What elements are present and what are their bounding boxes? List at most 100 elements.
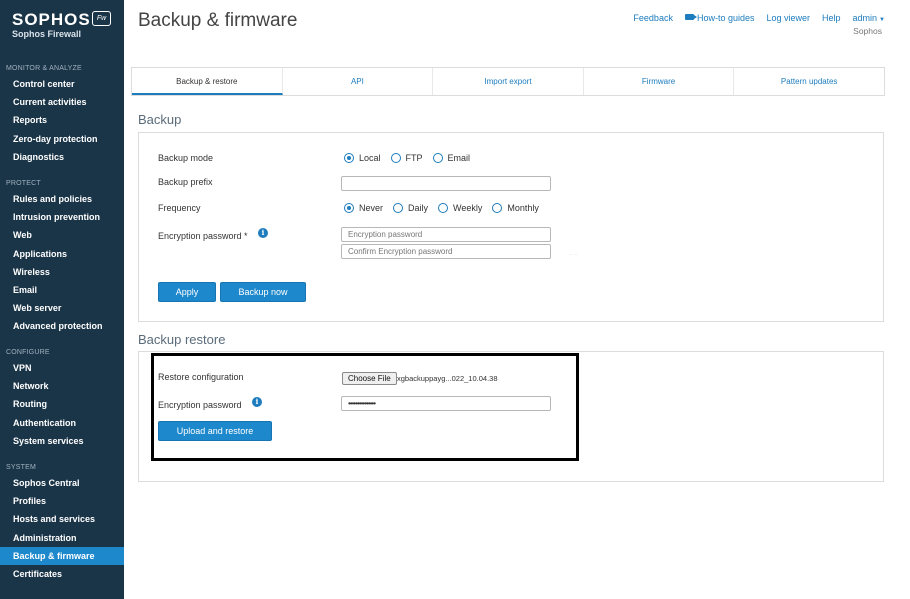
backup-mode-ftp-label: FTP [405, 153, 423, 163]
restore-section-title: Backup restore [138, 332, 226, 347]
confirm-encryption-password-input[interactable]: Confirm Encryption password [341, 244, 551, 259]
nav-section-configure: CONFIGURE VPN Network Routing Authentication… [0, 347, 124, 450]
tab-bar: Backup & restore API Import export Firmw… [131, 67, 885, 96]
sidebar-item-intrusion-prevention[interactable]: Intrusion prevention [0, 208, 124, 226]
sidebar-item-network[interactable]: Network [0, 377, 124, 395]
selected-file-name: xgbackuppayg...022_10.04.38 [397, 374, 498, 383]
backup-mode-local[interactable]: Local [344, 153, 381, 163]
how-to-guides-link[interactable]: How-to guides [684, 13, 755, 23]
backup-mode-radios: Local FTP Email [344, 153, 480, 163]
admin-menu[interactable]: admin ▼ [853, 13, 885, 23]
radio-unchecked-icon [438, 203, 449, 213]
radio-unchecked-icon [393, 203, 404, 213]
apply-button[interactable]: Apply [158, 282, 216, 302]
frequency-weekly-label: Weekly [453, 203, 483, 213]
frequency-label: Frequency [158, 203, 201, 213]
frequency-never[interactable]: Never [344, 203, 383, 213]
backup-mode-local-label: Local [359, 153, 381, 163]
sidebar-item-diagnostics[interactable]: Diagnostics [0, 148, 124, 166]
log-viewer-link[interactable]: Log viewer [766, 13, 810, 23]
firewall-badge-icon: Fw [92, 11, 111, 26]
company-name: Sophos [853, 26, 882, 36]
sidebar-item-backup-and-firmware[interactable]: Backup & firmware [0, 546, 124, 565]
sidebar-item-control-center[interactable]: Control center [0, 75, 124, 93]
feedback-link[interactable]: Feedback [633, 13, 673, 23]
nav-section-heading: CONFIGURE [6, 349, 50, 356]
frequency-monthly-label: Monthly [507, 203, 539, 213]
decorative-dots: ·· [570, 252, 580, 258]
nav-section-heading: PROTECT [6, 180, 41, 187]
sidebar-item-certificates[interactable]: Certificates [0, 565, 124, 583]
page-title: Backup & firmware [138, 10, 298, 31]
nav-section-heading: SYSTEM [6, 464, 36, 471]
sidebar-item-profiles[interactable]: Profiles [0, 492, 124, 510]
nav-section-protect: PROTECT Rules and policies Intrusion preve… [0, 178, 124, 336]
caret-down-icon: ▼ [879, 17, 885, 23]
radio-unchecked-icon [492, 203, 503, 213]
restore-encryption-password-label: Encryption password [158, 400, 242, 410]
frequency-weekly[interactable]: Weekly [438, 203, 482, 213]
help-link[interactable]: Help [822, 13, 841, 23]
radio-unchecked-icon [390, 153, 401, 163]
radio-checked-icon [344, 153, 354, 163]
sidebar-item-reports[interactable]: Reports [0, 111, 124, 129]
nav-section-system: SYSTEM Sophos Central Profiles Hosts and se… [0, 462, 124, 583]
encryption-password-label: Encryption password * [158, 231, 248, 241]
admin-label: admin [852, 13, 878, 23]
sidebar-item-sophos-central[interactable]: Sophos Central [0, 474, 124, 492]
restore-panel: Restore configuration Choose File xgback… [138, 351, 884, 482]
backup-prefix-label: Backup prefix [158, 177, 213, 187]
sidebar-item-rules-and-policies[interactable]: Rules and policies [0, 190, 124, 208]
video-camera-icon [684, 14, 697, 20]
nav-section-heading: MONITOR & ANALYZE [6, 65, 82, 72]
info-icon[interactable]: i [252, 397, 262, 407]
backup-mode-email[interactable]: Email [432, 153, 471, 163]
sidebar-item-authentication[interactable]: Authentication [0, 414, 124, 432]
restore-configuration-label: Restore configuration [158, 372, 244, 382]
sophos-logo[interactable]: SOPHOS Fw Sophos Firewall [12, 10, 116, 44]
frequency-daily-label: Daily [408, 203, 429, 213]
backup-prefix-input[interactable] [341, 176, 551, 191]
frequency-daily[interactable]: Daily [393, 203, 428, 213]
sidebar-item-current-activities[interactable]: Current activities [0, 93, 124, 111]
tab-pattern-updates[interactable]: Pattern updates [734, 68, 884, 95]
backup-mode-label: Backup mode [158, 153, 214, 163]
sidebar-item-administration[interactable]: Administration [0, 529, 124, 547]
sidebar-item-zero-day-protection[interactable]: Zero-day protection [0, 130, 124, 148]
product-name: Sophos Firewall [12, 29, 82, 39]
sidebar-item-system-services[interactable]: System services [0, 432, 124, 450]
encryption-password-input[interactable]: Encryption password [341, 227, 551, 242]
sidebar-item-advanced-protection[interactable]: Advanced protection [0, 317, 124, 335]
sidebar-item-applications[interactable]: Applications [0, 245, 124, 263]
info-icon[interactable]: i [258, 228, 268, 238]
tab-api[interactable]: API [283, 68, 434, 95]
tab-import-export[interactable]: Import export [433, 68, 584, 95]
tab-backup-restore[interactable]: Backup & restore [132, 68, 283, 95]
frequency-monthly[interactable]: Monthly [492, 203, 539, 213]
nav-section-monitor-and-analyze: MONITOR & ANALYZE Control center Current a… [0, 63, 124, 166]
backup-panel: Backup mode Local FTP Email Backup prefi… [138, 132, 884, 322]
radio-checked-icon [344, 203, 354, 213]
backup-mode-ftp[interactable]: FTP [390, 153, 423, 163]
top-links: Feedback How-to guides Log viewer Help a… [633, 13, 885, 23]
sidebar-item-email[interactable]: Email [0, 281, 124, 299]
sidebar-item-web-server[interactable]: Web server [0, 299, 124, 317]
tab-firmware[interactable]: Firmware [584, 68, 735, 95]
backup-mode-email-label: Email [447, 153, 471, 163]
sidebar-item-routing[interactable]: Routing [0, 395, 124, 413]
sidebar-item-wireless[interactable]: Wireless [0, 263, 124, 281]
frequency-radios: Never Daily Weekly Monthly [344, 203, 549, 213]
how-to-guides-label: How-to guides [696, 13, 755, 23]
sidebar-item-hosts-and-services[interactable]: Hosts and services [0, 510, 124, 528]
sidebar-item-web[interactable]: Web [0, 226, 124, 244]
upload-and-restore-button[interactable]: Upload and restore [158, 421, 272, 441]
sidebar-item-vpn[interactable]: VPN [0, 359, 124, 377]
brand-name: SOPHOS [12, 10, 91, 29]
sidebar: SOPHOS Fw Sophos Firewall MONITOR & ANAL… [0, 0, 124, 599]
backup-now-button[interactable]: Backup now [220, 282, 306, 302]
restore-encryption-password-input[interactable]: ••••••••••••••• [341, 396, 551, 411]
backup-section-title: Backup [138, 112, 182, 127]
radio-unchecked-icon [432, 153, 443, 163]
frequency-never-label: Never [359, 203, 384, 213]
choose-file-button[interactable]: Choose File [342, 372, 397, 385]
